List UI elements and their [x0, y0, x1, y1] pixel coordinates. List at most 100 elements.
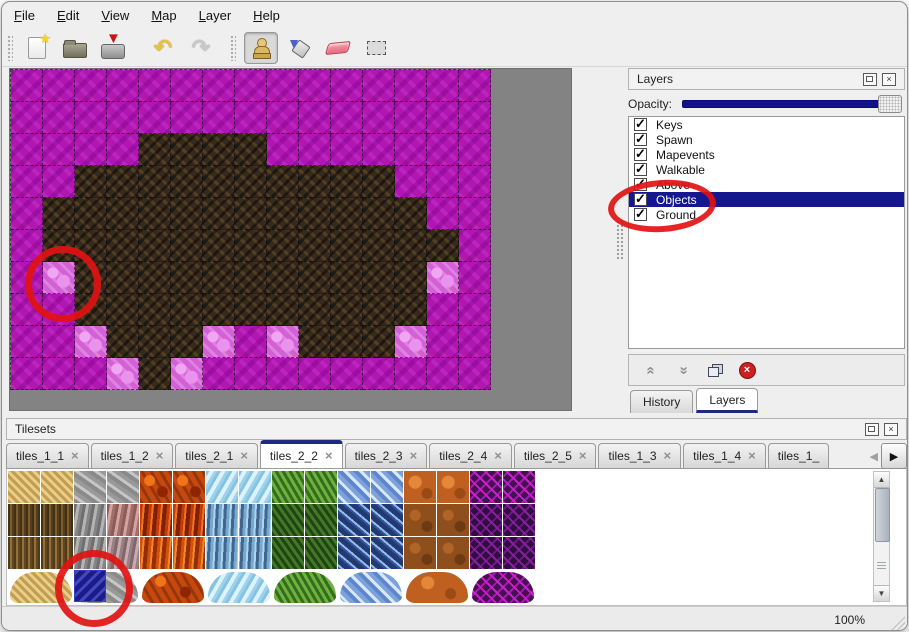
tileset-tile-pebbled[interactable] — [437, 537, 469, 569]
tileset-tile-frost[interactable] — [239, 537, 271, 569]
map-tile-purple-ground[interactable] — [459, 294, 491, 326]
tileset-tab-tiles_2_3[interactable]: tiles_2_3× — [345, 443, 428, 468]
map-tile-purple-ground[interactable] — [331, 102, 363, 134]
save-button[interactable]: ▼ — [97, 33, 129, 63]
tileset-tile-gem[interactable] — [338, 471, 370, 503]
map-tile-purple-ground[interactable] — [427, 294, 459, 326]
map-tile-purple-ground[interactable] — [267, 358, 299, 390]
map-tile-purple-ground[interactable] — [11, 358, 43, 390]
lower-layer-button[interactable]: « — [671, 359, 695, 381]
map-tile-brown-rock[interactable] — [139, 134, 171, 166]
tileset-area[interactable] — [6, 469, 907, 606]
map-tile-brown-rock[interactable] — [235, 198, 267, 230]
fill-tool-button[interactable] — [284, 33, 316, 63]
tileset-tile-vined[interactable] — [272, 504, 304, 536]
map-tile-brown-rock[interactable] — [75, 262, 107, 294]
raise-layer-button[interactable]: « — [639, 359, 663, 381]
menu-item-edit[interactable]: Edit — [57, 8, 79, 23]
map-tile-brown-rock[interactable] — [139, 358, 171, 390]
map-tile-brown-rock[interactable] — [139, 230, 171, 262]
map-tile-brown-rock[interactable] — [107, 230, 139, 262]
map-tile-purple-ground[interactable] — [235, 358, 267, 390]
map-tile-purple-ground[interactable] — [395, 166, 427, 198]
map-tile-brown-rock[interactable] — [331, 262, 363, 294]
tileset-tile-gemd[interactable] — [338, 504, 370, 536]
duplicate-layer-button[interactable] — [703, 359, 727, 381]
tileset-tile-bark2[interactable] — [8, 537, 40, 569]
map-tile-purple-ground[interactable] — [459, 326, 491, 358]
map-tile-purple-ground[interactable] — [395, 102, 427, 134]
map-tile-purple-ground[interactable] — [11, 134, 43, 166]
map-tile-purple-ground[interactable] — [235, 102, 267, 134]
map-tile-brown-rock[interactable] — [331, 326, 363, 358]
map-tile-brown-rock[interactable] — [235, 294, 267, 326]
map-tile-brown-rock[interactable] — [75, 230, 107, 262]
map-tile-purple-ground[interactable] — [267, 102, 299, 134]
tileset-blob-sand[interactable] — [8, 570, 74, 603]
map-tile-purple-ground[interactable] — [107, 102, 139, 134]
map-tile-brown-rock[interactable] — [171, 134, 203, 166]
tileset-tab-tiles_1_1[interactable]: tiles_1_1× — [6, 443, 89, 468]
map-tile-purple-ground[interactable] — [427, 166, 459, 198]
tileset-tile-gemd[interactable] — [371, 537, 403, 569]
tileset-tile-gem[interactable] — [371, 471, 403, 503]
map-tile-purple-ground[interactable] — [75, 70, 107, 102]
tileset-tab-tiles_1_3[interactable]: tiles_1_3× — [598, 443, 681, 468]
map-tile-pink-flowers[interactable] — [395, 326, 427, 358]
tileset-scrollbar[interactable]: ▲ ▼ — [873, 471, 890, 602]
scroll-up-icon[interactable]: ▲ — [874, 472, 889, 488]
tileset-tile-vine[interactable] — [305, 471, 337, 503]
map-tile-purple-ground[interactable] — [395, 70, 427, 102]
map-tile-brown-rock[interactable] — [203, 230, 235, 262]
map-tile-purple-ground[interactable] — [363, 358, 395, 390]
map-tile-purple-ground[interactable] — [75, 134, 107, 166]
map-tile-purple-ground[interactable] — [331, 358, 363, 390]
tileset-tile-web[interactable] — [503, 471, 535, 503]
tileset-tile-pebbled[interactable] — [437, 504, 469, 536]
tileset-tile-flame[interactable] — [140, 504, 172, 536]
map-tile-purple-ground[interactable] — [43, 166, 75, 198]
map-tile-purple-ground[interactable] — [299, 134, 331, 166]
map-tile-purple-ground[interactable] — [43, 358, 75, 390]
layer-row-walkable[interactable]: Walkable — [629, 162, 904, 177]
tileset-tab-tiles_1_2[interactable]: tiles_1_2× — [91, 443, 174, 468]
map-tile-purple-ground[interactable] — [43, 294, 75, 326]
map-tile-purple-ground[interactable] — [459, 198, 491, 230]
map-tile-purple-ground[interactable] — [267, 70, 299, 102]
tileset-tab-tiles_1_4[interactable]: tiles_1_4× — [683, 443, 766, 468]
map-tile-brown-rock[interactable] — [75, 198, 107, 230]
map-tile-purple-ground[interactable] — [427, 198, 459, 230]
map-tile-purple-ground[interactable] — [331, 70, 363, 102]
map-tile-purple-ground[interactable] — [427, 102, 459, 134]
close-tab-icon[interactable]: × — [494, 451, 502, 461]
map-tile-purple-ground[interactable] — [299, 102, 331, 134]
map-tile-brown-rock[interactable] — [267, 198, 299, 230]
layer-checkbox[interactable] — [634, 163, 647, 176]
tileset-tile-pebble[interactable] — [404, 471, 436, 503]
map-tile-purple-ground[interactable] — [11, 262, 43, 294]
map-tile-purple-ground[interactable] — [11, 70, 43, 102]
map-tile-brown-rock[interactable] — [171, 198, 203, 230]
layer-checkbox[interactable] — [634, 133, 647, 146]
map-tile-purple-ground[interactable] — [11, 326, 43, 358]
map-tile-brown-rock[interactable] — [139, 166, 171, 198]
map-tile-brown-rock[interactable] — [203, 294, 235, 326]
map-tile-purple-ground[interactable] — [11, 166, 43, 198]
map-tile-brown-rock[interactable] — [299, 294, 331, 326]
map-tile-purple-ground[interactable] — [459, 134, 491, 166]
toolbar-grip[interactable] — [7, 35, 13, 61]
tileset-tab-tiles_2_1[interactable]: tiles_2_1× — [175, 443, 258, 468]
tileset-tile-flame2[interactable] — [173, 537, 205, 569]
map-tile-purple-ground[interactable] — [43, 102, 75, 134]
map-tile-brown-rock[interactable] — [107, 326, 139, 358]
map-tile-brown-rock[interactable] — [331, 166, 363, 198]
map-tile-brown-rock[interactable] — [43, 198, 75, 230]
map-tile-brown-rock[interactable] — [363, 326, 395, 358]
map-tile-brown-rock[interactable] — [331, 198, 363, 230]
map-tile-purple-ground[interactable] — [203, 102, 235, 134]
tileset-tile-frost[interactable] — [206, 504, 238, 536]
tileset-tab-tiles_1_[interactable]: tiles_1_ — [768, 443, 829, 468]
tileset-tile-pebbled[interactable] — [404, 537, 436, 569]
map-tile-brown-rock[interactable] — [203, 134, 235, 166]
tileset-tile-sand[interactable] — [8, 471, 40, 503]
